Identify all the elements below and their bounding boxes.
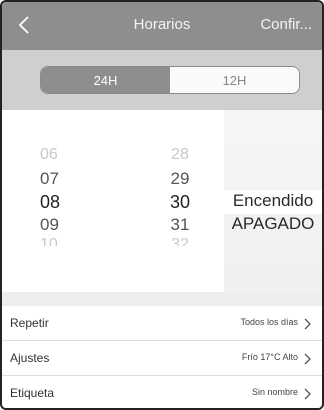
app-window: Horarios Confir... 24H 12H Encendido APA… — [0, 0, 324, 410]
confirm-button[interactable]: Confir... — [260, 16, 312, 33]
settings-value: Frío 17°C Alto — [241, 352, 298, 362]
minute-option[interactable]: 28 — [150, 146, 210, 164]
chevron-right-icon — [304, 317, 314, 330]
settings-row[interactable]: Ajustes Frío 17°C Alto — [2, 341, 322, 376]
repeat-label: Repetir — [10, 316, 49, 330]
top-bar: Horarios Confir... — [2, 2, 322, 50]
label-row[interactable]: Etiqueta Sin nombre — [2, 376, 322, 408]
chevron-right-icon — [304, 352, 314, 365]
hour-option[interactable]: 06 — [40, 146, 100, 164]
minute-option[interactable]: 32 — [150, 236, 210, 246]
repeat-value: Todos los días — [240, 317, 298, 327]
format-toggle-area: 24H 12H — [2, 50, 322, 110]
format-12h-option[interactable]: 12H — [170, 67, 299, 93]
label-value: Sin nombre — [251, 387, 298, 397]
settings-list: Repetir Todos los días Ajustes Frío 17°C… — [2, 306, 322, 408]
format-24h-option[interactable]: 24H — [41, 67, 170, 93]
hour-selected[interactable]: 08 — [40, 192, 100, 213]
minute-selected[interactable]: 30 — [150, 192, 210, 213]
state-selected[interactable]: Encendido — [224, 191, 322, 211]
hour-option[interactable]: 07 — [40, 169, 100, 189]
repeat-row[interactable]: Repetir Todos los días — [2, 306, 322, 341]
minute-option[interactable]: 31 — [150, 215, 210, 235]
time-format-toggle: 24H 12H — [40, 66, 300, 94]
state-option-off[interactable]: APAGADO — [224, 214, 322, 234]
label-label: Etiqueta — [10, 386, 55, 400]
settings-label: Ajustes — [10, 351, 50, 365]
hour-option[interactable]: 10 — [40, 236, 100, 246]
minute-picker-column[interactable]: 28 29 30 31 32 — [150, 110, 210, 292]
hour-picker-column[interactable]: 06 07 08 09 10 — [40, 110, 100, 292]
minute-option[interactable]: 29 — [150, 169, 210, 189]
hour-option[interactable]: 09 — [40, 215, 100, 235]
time-picker: Encendido APAGADO Encendido 06 07 08 09 … — [2, 110, 322, 292]
section-divider — [2, 292, 322, 306]
chevron-right-icon — [304, 387, 314, 400]
